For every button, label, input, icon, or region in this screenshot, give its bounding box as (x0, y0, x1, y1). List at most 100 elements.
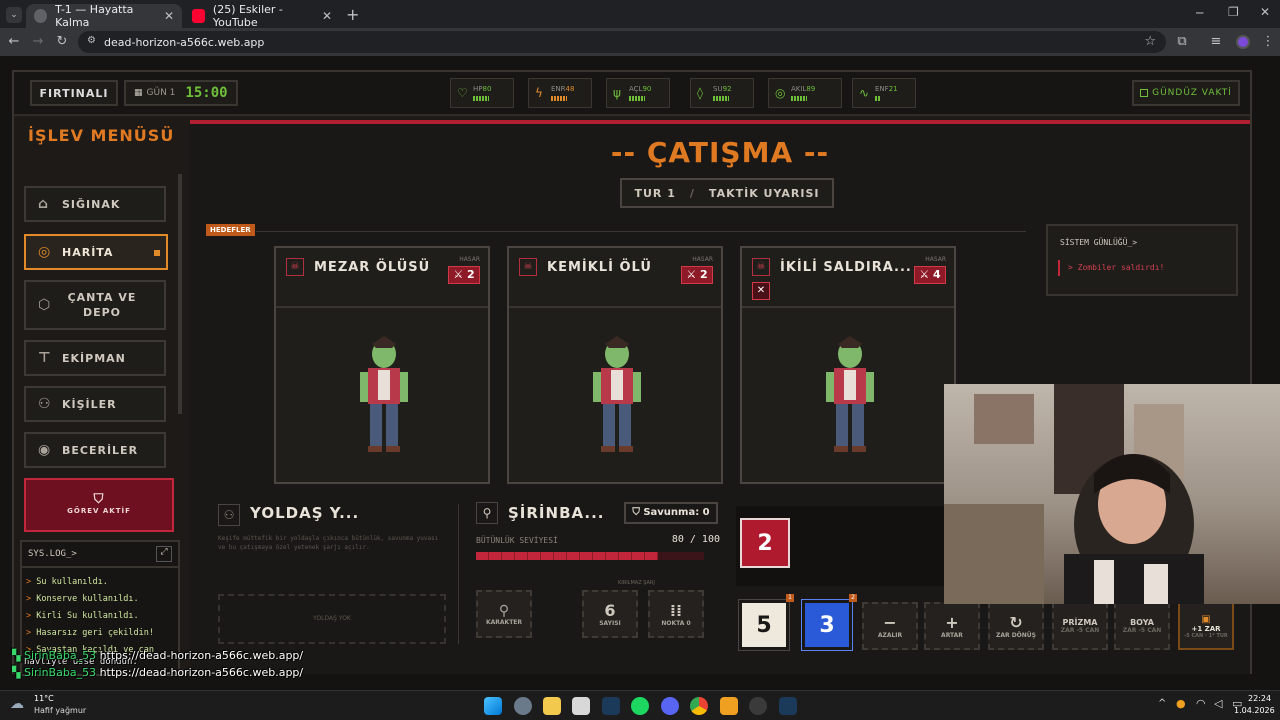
menu-item-equipment[interactable]: ⊤ EKİPMAN (24, 340, 166, 376)
stat-bar (629, 96, 645, 101)
app-icon[interactable] (720, 697, 738, 715)
stat-bar (713, 96, 729, 101)
hud-bar: FIRTINALI ▦ GÜN 1 15:00 ♡ HP80 ϟ ENR48 ψ AÇ… (14, 72, 1250, 116)
enemy-card[interactable]: ☠ İKİLİ SALDIRA... HASAR ⚔ 4 ✕ (740, 246, 956, 484)
stat-water: ◊ SU92 (690, 78, 754, 108)
stat-hp: ♡ HP80 (450, 78, 514, 108)
task-active-button[interactable]: ⛉ GÖREV AKTİF (24, 478, 174, 532)
speaker-icon[interactable]: ◁ (1214, 697, 1222, 710)
menu-item-bag[interactable]: ⬡ ÇANTA VE DEPO (24, 280, 166, 330)
syslog-header: SYS.LOG_> ⤢ (22, 542, 178, 568)
increase-die-button[interactable]: + ARTAR (924, 602, 980, 650)
menu-item-people[interactable]: ⚇ KİŞİLER (24, 386, 166, 422)
enemy-card[interactable]: ☠ KEMİKLİ ÖLÜ HASAR ⚔ 2 (507, 246, 723, 484)
menu-title: İŞLEV MENÜSÜ (28, 126, 175, 145)
clock-date[interactable]: 1.04.2026 (1234, 706, 1275, 715)
pulse-icon: ∿ (859, 86, 870, 100)
obs-icon[interactable] (749, 697, 767, 715)
profile-avatar[interactable] (1236, 35, 1250, 49)
minimize-icon[interactable]: ─ (1196, 6, 1203, 20)
sun-icon (1140, 89, 1149, 97)
streamer-video (944, 384, 1204, 604)
tray-chevron-icon[interactable]: ^ (1158, 698, 1166, 709)
steam-icon[interactable] (779, 697, 797, 715)
house-icon: ⌂ (38, 196, 50, 212)
zombie-sprite (360, 336, 408, 452)
crossed-swords-icon: ✕ (752, 282, 770, 300)
restore-icon[interactable]: ❐ (1228, 5, 1239, 19)
companion-slot[interactable]: YOLDAŞ YOK (218, 594, 446, 644)
player-panel: ⚲ ŞİRİNBA... ⛉ Savunma: 0 BÜTÜNLÜK SEVİY… (476, 502, 726, 662)
enemy-card[interactable]: ☠ MEZAR ÖLÜSÜ HASAR ⚔ 2 (274, 246, 490, 484)
extra-die-button[interactable]: ▣ +1 ZAR -5 CAN · 1* TUR (1178, 602, 1234, 650)
chrome-icon[interactable] (690, 697, 708, 715)
discord-icon[interactable] (661, 697, 679, 715)
panel-divider (458, 504, 459, 644)
droplet-icon: ◊ (697, 86, 703, 100)
url-field[interactable]: ⚙ dead-horizon-a566c.web.app ☆ (78, 31, 1166, 53)
chat-message: ▚ SirinBaba_53 https://dead-horizon-a566… (12, 649, 304, 662)
steam-icon[interactable] (602, 697, 620, 715)
forward-icon[interactable]: → (30, 34, 46, 49)
tab-game[interactable]: T-1 — Hayatta Kalma ✕ (26, 3, 182, 29)
webcam-overlay (944, 384, 1280, 604)
file-explorer-icon[interactable] (543, 697, 561, 715)
new-tab-button[interactable]: + (346, 5, 359, 24)
daytime-badge: GÜNDÜZ VAKTİ (1132, 80, 1240, 106)
menu-scrollbar[interactable] (178, 174, 182, 414)
menu-item-map[interactable]: ◎ HARİTA (24, 234, 168, 270)
windows-start-icon[interactable] (484, 697, 502, 715)
person-icon: ⚲ (498, 602, 510, 619)
people-icon: ⚇ (38, 396, 52, 412)
zombie-sprite (593, 336, 641, 452)
clock-time[interactable]: 22:24 (1248, 694, 1271, 703)
close-tab-icon[interactable]: ✕ (322, 9, 332, 23)
microphone-icon[interactable]: ● (1176, 697, 1186, 710)
stat-bar (791, 96, 807, 101)
die-badge: 1 (786, 594, 794, 602)
log-line: > Hasarsız geri çekildin! (26, 628, 154, 638)
die-badge: 2 (849, 594, 857, 602)
bookmark-star-icon[interactable]: ☆ (1144, 34, 1156, 49)
site-info-icon[interactable]: ⚙ (87, 35, 96, 46)
close-tab-icon[interactable]: ✕ (164, 9, 174, 23)
player-die-blue[interactable]: 3 (801, 599, 853, 651)
zombie-sprite (826, 336, 874, 452)
box-icon: ⬡ (38, 297, 52, 313)
character-button[interactable]: ⚲ KARAKTER (476, 590, 532, 638)
media-icon[interactable]: ≡ (1208, 34, 1224, 49)
menu-item-skills[interactable]: ◉ BECERİLER (24, 432, 166, 468)
expand-icon[interactable]: ⤢ (156, 546, 172, 562)
flip-die-button[interactable]: ↻ ZAR DÖNÜŞ (988, 602, 1044, 650)
stat-bar (551, 96, 567, 101)
count-button[interactable]: 6 SAYISI (582, 590, 638, 638)
chat-message: ▚ SirinBaba_53 https://dead-horizon-a566… (12, 666, 304, 679)
settings-icon[interactable] (514, 697, 532, 715)
weather-widget[interactable]: ☁ 11°C Hafif yağmur (10, 694, 90, 718)
lightning-icon: ϟ (535, 86, 543, 100)
points-button[interactable]: ⁞⁞ NOKTA 0 (648, 590, 704, 638)
combat-title: -- ÇATIŞMA -- (610, 136, 830, 169)
tab-youtube[interactable]: (25) Eskiler - YouTube ✕ (184, 3, 340, 29)
game-viewport: FIRTINALI ▦ GÜN 1 15:00 ♡ HP80 ϟ ENR48 ψ AÇ… (0, 56, 1280, 690)
log-line: > Konserve kullanıldı. (26, 594, 139, 604)
player-die-white[interactable]: 5 (738, 599, 790, 651)
decrease-die-button[interactable]: − AZALIR (862, 602, 918, 650)
reload-icon[interactable]: ↻ (54, 34, 70, 49)
extensions-icon[interactable]: ⧉ (1174, 34, 1190, 49)
spotify-icon[interactable] (631, 697, 649, 715)
address-bar-row: ← → ↻ ⚙ dead-horizon-a566c.web.app ☆ ⧉ ≡… (0, 28, 1280, 56)
menu-item-shelter[interactable]: ⌂ SIĞINAK (24, 186, 166, 222)
back-icon[interactable]: ← (6, 34, 22, 49)
heart-icon: ♡ (457, 86, 468, 100)
brain-icon: ◎ (775, 86, 786, 100)
tab-search-button[interactable]: ⌄ (6, 7, 22, 23)
wifi-icon[interactable]: ◠ (1196, 697, 1206, 710)
close-window-icon[interactable]: ✕ (1260, 5, 1270, 19)
more-menu-icon[interactable]: ⋮ (1260, 34, 1276, 49)
paint-button[interactable]: BOYA ZAR -5 CAN (1114, 602, 1170, 650)
stat-energy: ϟ ENR48 (528, 78, 592, 108)
prism-button[interactable]: PRİZMA ZAR -5 CAN (1052, 602, 1108, 650)
store-icon[interactable] (572, 697, 590, 715)
fork-knife-icon: ψ (613, 86, 621, 100)
